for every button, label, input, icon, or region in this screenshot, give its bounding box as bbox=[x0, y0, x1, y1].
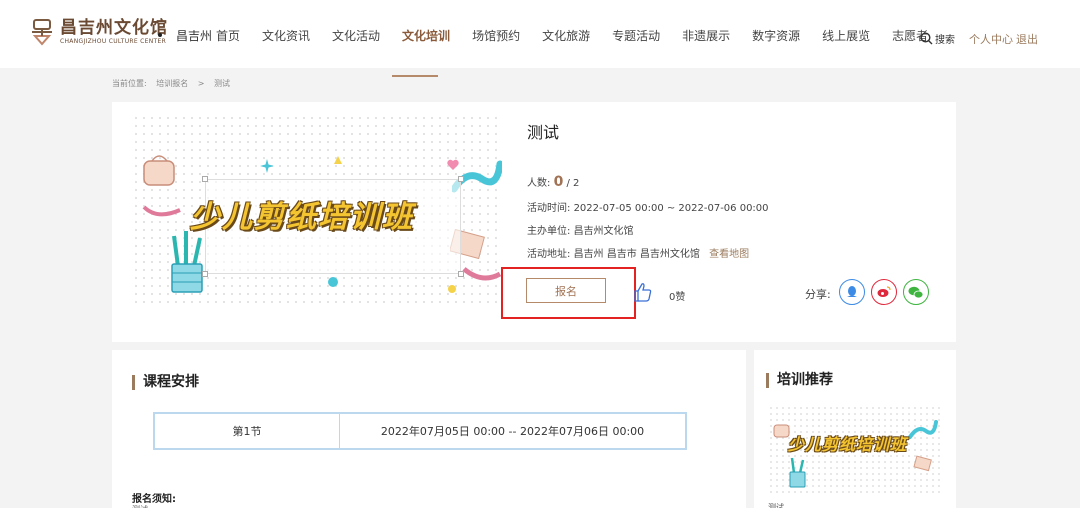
frame-handle bbox=[202, 176, 208, 182]
like-button[interactable] bbox=[634, 282, 652, 302]
nav-item-training[interactable]: 文化培训 bbox=[402, 27, 450, 44]
qq-icon bbox=[847, 286, 857, 297]
notice-text: 测试 bbox=[132, 504, 148, 508]
share-label: 分享: bbox=[805, 288, 831, 301]
nav-item-tourism[interactable]: 文化旅游 bbox=[542, 27, 590, 44]
training-detail-card: 少儿剪纸培训班 测试 人数: 0 / 2 活动时间: 2022-07-05 00… bbox=[112, 102, 956, 342]
sparkle-decoration-icon bbox=[260, 159, 274, 173]
thumbs-up-icon bbox=[634, 283, 652, 302]
training-banner-image: 少儿剪纸培训班 bbox=[132, 114, 502, 304]
breadcrumb-current: 测试 bbox=[214, 79, 231, 88]
time-value: 2022-07-05 00:00 ~ 2022-07-06 00:00 bbox=[573, 203, 769, 214]
logo-dot bbox=[158, 33, 162, 37]
training-title: 测试 bbox=[527, 123, 560, 142]
schedule-time-cell: 2022年07月05日 00:00 -- 2022年07月06日 00:00 bbox=[380, 425, 645, 438]
like-count: 0赞 bbox=[669, 292, 686, 303]
nav-item-special[interactable]: 专题活动 bbox=[612, 27, 660, 44]
schedule-section-cell: 第1节 bbox=[155, 414, 340, 448]
site-logo[interactable]: 昌吉州文化馆 CHANGJIZHOU CULTURE CENTER bbox=[30, 18, 168, 46]
logout-link[interactable]: 退出 bbox=[1016, 33, 1038, 46]
count-label: 人数: bbox=[527, 178, 551, 189]
organizer-value: 昌吉州文化馆 bbox=[573, 226, 634, 237]
nav-item-venue-booking[interactable]: 场馆预约 bbox=[472, 27, 520, 44]
user-center-link[interactable]: 个人中心 bbox=[969, 33, 1013, 46]
share-wechat-button[interactable] bbox=[903, 279, 929, 305]
recommend-item-image[interactable]: 少儿剪纸培训班 bbox=[768, 405, 943, 493]
highlight-box bbox=[501, 267, 636, 319]
training-recommend-panel: 培训推荐 少儿剪纸培训班 测试 bbox=[754, 350, 956, 508]
organizer-label: 主办单位: bbox=[527, 226, 571, 237]
logo-emblem-icon bbox=[30, 18, 54, 46]
notice-title: 报名须知: bbox=[132, 494, 176, 505]
breadcrumb-separator: > bbox=[197, 79, 205, 88]
breadcrumb-prefix: 当前位置: bbox=[112, 79, 147, 88]
frame-handle bbox=[202, 271, 208, 277]
recommend-item-caption[interactable]: 测试 bbox=[768, 502, 784, 508]
search-label: 搜索 bbox=[935, 35, 955, 46]
recommend-banner-title: 少儿剪纸培训班 bbox=[788, 435, 908, 454]
pencil-cup-decoration-icon bbox=[171, 231, 203, 293]
dot-decoration-icon bbox=[448, 285, 456, 293]
share-weibo-button[interactable] bbox=[871, 279, 897, 305]
participant-count: 人数: 0 / 2 bbox=[527, 174, 579, 190]
nav-item-heritage[interactable]: 非遗展示 bbox=[682, 27, 730, 44]
organizer: 主办单位: 昌吉州文化馆 bbox=[527, 222, 634, 237]
activity-address: 活动地址: 昌吉州 昌吉市 昌吉州文化馆 查看地图 bbox=[527, 245, 749, 260]
count-current: 0 bbox=[553, 174, 564, 190]
nav-item-home[interactable]: 首页 bbox=[216, 27, 240, 44]
main-nav: 首页 文化资讯 文化活动 文化培训 场馆预约 文化旅游 专题活动 非遗展示 数字… bbox=[205, 27, 939, 44]
site-header: 昌吉州文化馆 CHANGJIZHOU CULTURE CENTER 昌吉州 首页… bbox=[0, 0, 1080, 68]
recommend-title: 培训推荐 bbox=[766, 373, 833, 388]
time-label: 活动时间: bbox=[527, 203, 571, 214]
share-qq-button[interactable] bbox=[839, 279, 865, 305]
nav-active-indicator bbox=[392, 75, 438, 77]
frame-handle bbox=[458, 271, 464, 277]
triangle-decoration-icon bbox=[334, 156, 342, 164]
frame-handle bbox=[458, 176, 464, 182]
pink-ribbon-decoration-icon bbox=[142, 205, 181, 217]
count-total: / 2 bbox=[566, 178, 580, 189]
search-button[interactable]: 搜索 bbox=[920, 31, 955, 46]
course-schedule-title: 课程安排 bbox=[132, 375, 199, 390]
address-value: 昌吉州 昌吉市 昌吉州文化馆 bbox=[573, 249, 700, 260]
pink-ribbon-decoration-icon-2 bbox=[462, 267, 502, 281]
course-schedule-panel: 课程安排 第1节 2022年07月05日 00:00 -- 2022年07月06… bbox=[112, 350, 746, 508]
wechat-icon bbox=[908, 286, 924, 298]
weibo-icon bbox=[877, 286, 891, 297]
banner-title: 少儿剪纸培训班 bbox=[190, 200, 414, 235]
nav-item-digital[interactable]: 数字资源 bbox=[752, 27, 800, 44]
breadcrumb: 当前位置: 培训报名 > 测试 bbox=[112, 78, 237, 89]
nav-item-activities[interactable]: 文化活动 bbox=[332, 27, 380, 44]
nav-item-news[interactable]: 文化资讯 bbox=[262, 27, 310, 44]
activity-time: 活动时间: 2022-07-05 00:00 ~ 2022-07-06 00:0… bbox=[527, 199, 769, 214]
pencil-cup-decoration-icon bbox=[789, 457, 806, 488]
logo-subtitle: CHANGJIZHOU CULTURE CENTER bbox=[60, 38, 167, 45]
address-label: 活动地址: bbox=[527, 249, 571, 260]
ribbon-decoration-icon bbox=[908, 420, 938, 439]
view-map-link[interactable]: 查看地图 bbox=[709, 249, 749, 260]
handbag-decoration-icon bbox=[143, 155, 175, 186]
envelope-decoration-icon bbox=[913, 455, 932, 472]
search-icon bbox=[920, 32, 933, 45]
heart-decoration-icon bbox=[447, 159, 459, 170]
breadcrumb-link-training[interactable]: 培训报名 bbox=[156, 79, 188, 88]
logo-title: 昌吉州文化馆 bbox=[60, 18, 168, 38]
user-links: 个人中心 退出 bbox=[969, 31, 1041, 47]
nav-item-exhibition[interactable]: 线上展览 bbox=[822, 27, 870, 44]
schedule-table: 第1节 2022年07月05日 00:00 -- 2022年07月06日 00:… bbox=[153, 412, 687, 450]
star-decoration-icon bbox=[328, 277, 338, 287]
